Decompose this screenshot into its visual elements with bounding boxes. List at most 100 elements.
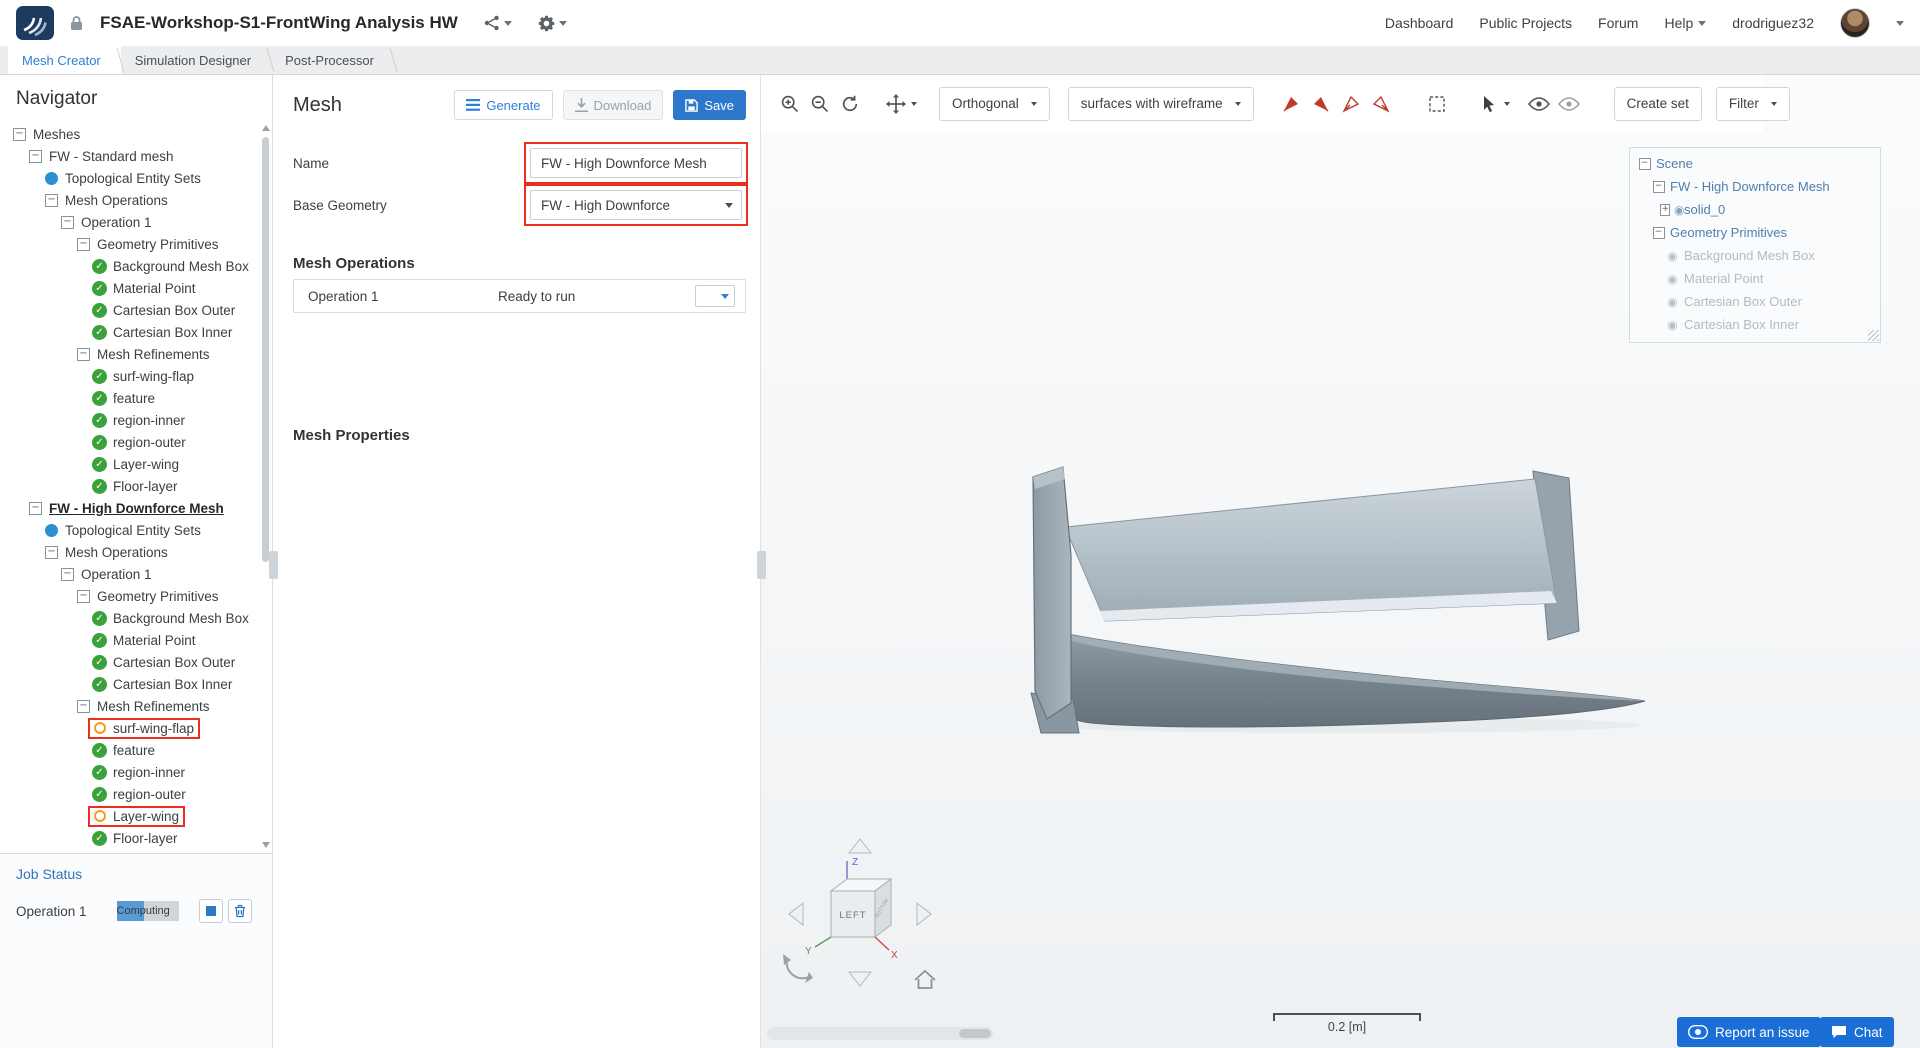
tree-item-state-icon[interactable]: [44, 193, 59, 208]
operation-menu-select[interactable]: [695, 285, 735, 307]
tree-item[interactable]: Background Mesh Box: [0, 607, 260, 629]
scene-tree-item[interactable]: Scene: [1630, 152, 1880, 175]
scroll-down-arrow-icon[interactable]: [262, 842, 270, 848]
tree-item-state-icon[interactable]: [92, 281, 107, 296]
tree-item[interactable]: Material Point: [0, 277, 260, 299]
tree-item[interactable]: surf-wing-flap: [0, 717, 260, 739]
tree-item[interactable]: region-outer: [0, 431, 260, 453]
tree-item-state-icon[interactable]: [92, 809, 107, 824]
tree-item-state-icon[interactable]: [92, 391, 107, 406]
cursor-select-icon[interactable]: [1476, 91, 1502, 117]
tree-item-state-icon[interactable]: [92, 743, 107, 758]
scene-item-icon[interactable]: [1666, 249, 1679, 262]
user-avatar[interactable]: [1840, 8, 1870, 38]
tree-item[interactable]: Meshes: [0, 123, 260, 145]
tree-item-state-icon[interactable]: [92, 325, 107, 340]
tree-item-state-icon[interactable]: [92, 259, 107, 274]
tree-item[interactable]: Cartesian Box Outer: [0, 651, 260, 673]
select-options-chevron-icon[interactable]: [1503, 101, 1510, 106]
scene-tree-item[interactable]: FW - High Downforce Mesh: [1630, 175, 1880, 198]
tree-item-state-icon[interactable]: [60, 215, 75, 230]
tree-item[interactable]: Mesh Refinements: [0, 695, 260, 717]
scene-tree-item[interactable]: Material Point: [1630, 267, 1880, 290]
scene-item-icon[interactable]: [1666, 295, 1679, 308]
download-button[interactable]: Download: [562, 90, 664, 120]
tree-item-state-icon[interactable]: [60, 567, 75, 582]
tree-item[interactable]: feature: [0, 387, 260, 409]
save-button[interactable]: Save: [673, 90, 746, 120]
tree-item-state-icon[interactable]: [92, 611, 107, 626]
tree-item[interactable]: region-inner: [0, 409, 260, 431]
tree-item-state-icon[interactable]: [28, 501, 43, 516]
tree-item[interactable]: Layer-wing: [0, 453, 260, 475]
tree-item[interactable]: Cartesian Box Inner: [0, 673, 260, 695]
tree-item-state-icon[interactable]: [92, 369, 107, 384]
rotate-up-arrow[interactable]: [847, 838, 873, 854]
tree-item[interactable]: FW - High Downforce Mesh: [0, 497, 260, 519]
zoom-in-icon[interactable]: [777, 91, 803, 117]
scene-tree-item[interactable]: Geometry Primitives: [1630, 221, 1880, 244]
tree-item-state-icon[interactable]: [92, 413, 107, 428]
show-all-eye-icon[interactable]: [1556, 91, 1582, 117]
tree-item[interactable]: FW - Standard mesh: [0, 145, 260, 167]
tree-item-state-icon[interactable]: [92, 633, 107, 648]
tree-item-state-icon[interactable]: [92, 303, 107, 318]
scene-item-icon[interactable]: [1652, 226, 1665, 239]
scene-item-icon[interactable]: [1652, 180, 1665, 193]
filter-dropdown[interactable]: Filter: [1715, 86, 1790, 121]
tree-item-state-icon[interactable]: [92, 787, 107, 802]
scrollbar-thumb[interactable]: [959, 1029, 991, 1038]
tree-item-state-icon[interactable]: [76, 589, 91, 604]
tree-item[interactable]: Cartesian Box Outer: [0, 299, 260, 321]
scene-tree-item[interactable]: Cartesian Box Outer: [1630, 290, 1880, 313]
delete-job-button[interactable]: [227, 899, 252, 923]
tree-item-state-icon[interactable]: [28, 149, 43, 164]
nav-dashboard[interactable]: Dashboard: [1385, 15, 1454, 31]
stop-job-button[interactable]: [198, 899, 223, 923]
orientation-cube-widget[interactable]: Z LEFT BOTTOM X Y: [775, 833, 945, 993]
panel-resize-handle[interactable]: [269, 551, 278, 579]
rotate-down-arrow[interactable]: [847, 971, 873, 987]
scene-tree-resize-handle[interactable]: [1868, 330, 1879, 341]
scene-tree-item[interactable]: Cartesian Box Inner: [1630, 313, 1880, 336]
app-logo[interactable]: [16, 6, 54, 40]
report-issue-button[interactable]: Report an issue: [1677, 1017, 1821, 1047]
scene-tree-item[interactable]: Background Mesh Box: [1630, 244, 1880, 267]
tree-item-state-icon[interactable]: [44, 171, 59, 186]
tree-item[interactable]: Layer-wing: [0, 805, 260, 827]
tree-item-state-icon[interactable]: [12, 127, 27, 142]
privacy-lock-icon[interactable]: [69, 15, 84, 31]
mesh-operation-row[interactable]: Operation 1 Ready to run: [293, 279, 746, 313]
tree-item[interactable]: Geometry Primitives: [0, 585, 260, 607]
tree-item-state-icon[interactable]: [92, 721, 107, 736]
rotate-roll-arrow[interactable]: [783, 954, 813, 983]
tree-item[interactable]: Mesh Operations: [0, 189, 260, 211]
tree-item[interactable]: Floor-layer: [0, 475, 260, 497]
nav-help[interactable]: Help: [1664, 15, 1707, 31]
tree-item[interactable]: surf-wing-flap: [0, 365, 260, 387]
tree-item-state-icon[interactable]: [76, 699, 91, 714]
tree-item[interactable]: Topological Entity Sets: [0, 519, 260, 541]
rotate-right-arrow[interactable]: [916, 901, 932, 927]
rotate-left-arrow[interactable]: [788, 901, 804, 927]
mesh-name-input[interactable]: [530, 148, 742, 178]
tree-item-state-icon[interactable]: [92, 831, 107, 846]
tab-post-processor[interactable]: Post-Processor: [271, 46, 394, 74]
box-select-icon[interactable]: [1424, 91, 1450, 117]
scene-item-icon[interactable]: [1666, 318, 1679, 331]
tab-simulation-designer[interactable]: Simulation Designer: [121, 46, 271, 74]
tree-item-state-icon[interactable]: [76, 237, 91, 252]
view-preset-icon-3[interactable]: [1338, 91, 1364, 117]
navigator-scrollbar[interactable]: [262, 125, 270, 848]
viewport-scrollbar[interactable]: [767, 1027, 993, 1040]
zoom-out-icon[interactable]: [807, 91, 833, 117]
tree-item[interactable]: Topological Entity Sets: [0, 167, 260, 189]
tree-item[interactable]: Geometry Primitives: [0, 233, 260, 255]
tree-item[interactable]: Floor-layer: [0, 827, 260, 849]
scrollbar-thumb[interactable]: [262, 137, 269, 562]
tree-item[interactable]: region-inner: [0, 761, 260, 783]
front-wing-model[interactable]: [1011, 435, 1651, 735]
view-preset-icon-1[interactable]: [1278, 91, 1304, 117]
hide-selection-eye-icon[interactable]: [1526, 91, 1552, 117]
base-geometry-select[interactable]: FW - High Downforce: [530, 190, 742, 220]
